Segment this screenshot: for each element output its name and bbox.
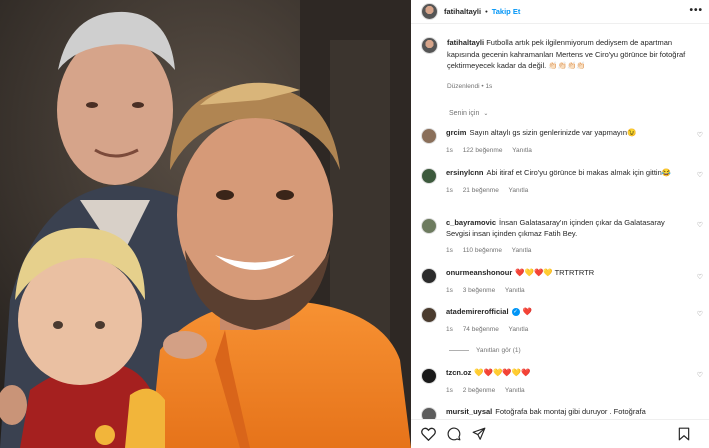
heart-icon[interactable]: ♡	[697, 131, 703, 139]
heart-icon[interactable]: ♡	[697, 273, 703, 281]
comment-time[interactable]: 1s	[446, 287, 453, 294]
heart-icon[interactable]: ♡	[697, 371, 703, 379]
commenter-avatar[interactable]	[421, 168, 437, 184]
commenter-username[interactable]: onurmeanshonour	[446, 268, 512, 277]
commenter-avatar[interactable]	[421, 128, 437, 144]
comment-likes[interactable]: 2 beğenme	[463, 387, 496, 394]
comment-text: Abi itiraf et Ciro'yu görünce bi makas a…	[486, 168, 672, 177]
heart-icon[interactable]: ♡	[697, 310, 703, 318]
comment-time[interactable]: 1s	[446, 247, 453, 254]
comment-text: Sayın altaylı gs sizin genlerinizde var …	[469, 128, 637, 137]
edited-label: Düzenlendi	[447, 82, 480, 90]
post-image	[0, 0, 411, 448]
reply-button[interactable]: Yanıtla	[509, 326, 529, 333]
verified-badge-icon: ✓	[511, 308, 520, 317]
comment-likes[interactable]: 21 beğenme	[463, 187, 499, 194]
meta-dot: •	[481, 82, 484, 90]
author-username[interactable]: fatihaltayli	[444, 7, 481, 16]
comment-time[interactable]: 1s	[446, 387, 453, 394]
comment-time[interactable]: 1s	[446, 147, 453, 154]
post-age[interactable]: 1s	[485, 83, 492, 90]
comment-time[interactable]: 1s	[446, 326, 453, 333]
comment-item: tzcn.oz 💛❤️💛❤️💛❤️ 1s 2 beğenme Yanıtla	[421, 368, 706, 396]
caption-avatar[interactable]	[421, 37, 438, 54]
comment-item: ersinylcnn Abi itiraf et Ciro'yu görünce …	[421, 168, 706, 196]
comment-item: c_bayramovic İnsan Galatasaray'ın içinden…	[421, 218, 706, 257]
comment-item: atademirerofficial ✓ ❤️ 1s 74 beğenme Yanı…	[421, 307, 706, 335]
reply-button[interactable]: Yanıtla	[512, 247, 532, 254]
caption-username[interactable]: fatihaltayli	[447, 38, 484, 47]
comment-text: 💛❤️💛❤️💛❤️	[474, 368, 531, 377]
separator-dot: •	[485, 7, 488, 16]
reply-button[interactable]: Yanıtla	[505, 387, 525, 394]
post-caption: fatihaltayli Futbolla artık pek ilgilenm…	[421, 37, 701, 92]
bookmark-icon[interactable]	[678, 427, 690, 441]
comment-text: ❤️	[522, 307, 532, 316]
more-options-icon[interactable]: •••	[689, 5, 703, 16]
commenter-avatar[interactable]	[421, 268, 437, 284]
heart-icon[interactable]: ♡	[697, 221, 703, 229]
post-details-panel: fatihaltayli • Takip Et ••• fatihaltayli…	[411, 0, 709, 448]
comment-text: ❤️💛❤️💛 TRTRTRTR	[515, 268, 595, 277]
follow-button[interactable]: Takip Et	[492, 7, 521, 16]
commenter-username[interactable]: c_bayramovic	[446, 218, 496, 227]
comment-likes[interactable]: 3 beğenme	[463, 287, 496, 294]
post-header: fatihaltayli • Takip Et •••	[411, 0, 709, 24]
author-avatar[interactable]	[421, 3, 438, 20]
reply-button[interactable]: Yanıtla	[509, 187, 529, 194]
comment-likes[interactable]: 122 beğenme	[463, 147, 503, 154]
post-photo	[0, 0, 411, 448]
comment-item: grcim Sayın altaylı gs sizin genlerinizde…	[421, 128, 706, 156]
commenter-avatar[interactable]	[421, 368, 437, 384]
commenter-avatar[interactable]	[421, 307, 437, 323]
comment-sort-dropdown[interactable]: Senin için ⌄	[449, 110, 488, 117]
commenter-username[interactable]: ersinylcnn	[446, 168, 484, 177]
replies-divider	[449, 350, 469, 351]
like-icon[interactable]	[421, 427, 436, 441]
sort-label: Senin için	[449, 110, 480, 117]
view-replies-label: Yanıtları gör (1)	[476, 347, 521, 354]
comment-likes[interactable]: 110 beğenme	[463, 247, 502, 254]
heart-icon[interactable]: ♡	[697, 171, 703, 179]
commenter-username[interactable]: grcim	[446, 128, 466, 137]
commenter-username[interactable]: mursit_uysal	[446, 407, 492, 416]
comment-icon[interactable]	[447, 427, 461, 441]
share-icon[interactable]	[472, 427, 486, 441]
reply-button[interactable]: Yanıtla	[512, 147, 532, 154]
comment-likes[interactable]: 74 beğenme	[463, 326, 499, 333]
post-action-bar	[411, 419, 709, 448]
view-replies-button[interactable]: Yanıtları gör (1)	[449, 347, 521, 354]
commenter-avatar[interactable]	[421, 218, 437, 234]
comment-text: Fotoğrafa bak montaj gibi duruyor . Foto…	[495, 407, 646, 416]
comment-item: onurmeanshonour ❤️💛❤️💛 TRTRTRTR 1s 3 beğe…	[421, 268, 706, 296]
reply-button[interactable]: Yanıtla	[505, 287, 525, 294]
comment-time[interactable]: 1s	[446, 187, 453, 194]
chevron-down-icon: ⌄	[483, 111, 489, 117]
commenter-username[interactable]: atademirerofficial	[446, 307, 509, 316]
commenter-username[interactable]: tzcn.oz	[446, 368, 471, 377]
